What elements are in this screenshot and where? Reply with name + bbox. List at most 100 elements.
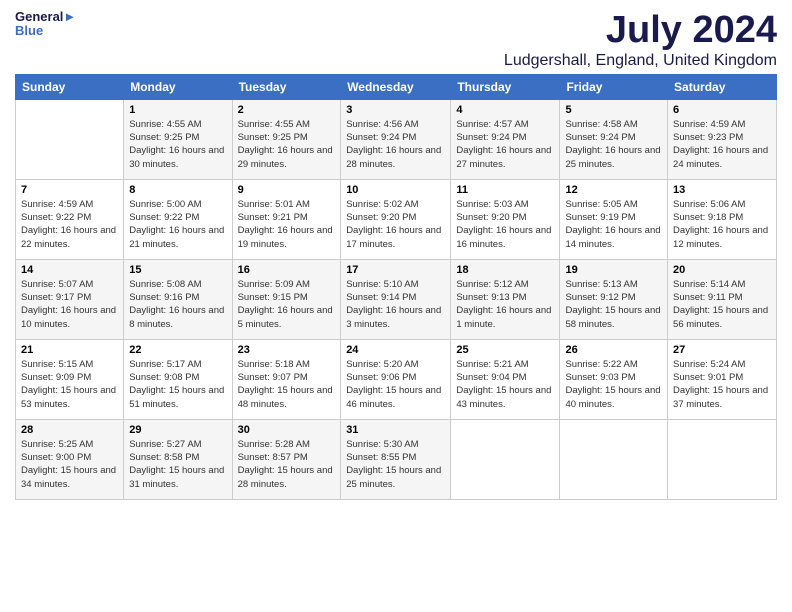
day-info: Sunrise: 4:55 AMSunset: 9:25 PMDaylight:… [129, 119, 224, 170]
calendar-cell: 8 Sunrise: 5:00 AMSunset: 9:22 PMDayligh… [124, 179, 232, 259]
day-info: Sunrise: 5:13 AMSunset: 9:12 PMDaylight:… [565, 279, 660, 330]
calendar-table: Sunday Monday Tuesday Wednesday Thursday… [15, 74, 777, 500]
header-sunday: Sunday [16, 74, 124, 99]
day-number: 23 [238, 344, 336, 356]
day-info: Sunrise: 4:55 AMSunset: 9:25 PMDaylight:… [238, 119, 333, 170]
day-number: 22 [129, 344, 226, 356]
calendar-cell: 22 Sunrise: 5:17 AMSunset: 9:08 PMDaylig… [124, 339, 232, 419]
day-number: 20 [673, 264, 771, 276]
day-number: 15 [129, 264, 226, 276]
header-row: General► Blue July 2024 Ludgershall, Eng… [15, 10, 777, 70]
day-number: 27 [673, 344, 771, 356]
day-number: 9 [238, 184, 336, 196]
day-info: Sunrise: 4:59 AMSunset: 9:23 PMDaylight:… [673, 119, 768, 170]
month-year-title: July 2024 [504, 10, 777, 52]
day-info: Sunrise: 5:01 AMSunset: 9:21 PMDaylight:… [238, 199, 333, 250]
calendar-cell [16, 99, 124, 179]
day-info: Sunrise: 5:07 AMSunset: 9:17 PMDaylight:… [21, 279, 116, 330]
calendar-cell: 29 Sunrise: 5:27 AMSunset: 8:58 PMDaylig… [124, 419, 232, 499]
calendar-cell [451, 419, 560, 499]
header-monday: Monday [124, 74, 232, 99]
day-number: 18 [456, 264, 554, 276]
header-friday: Friday [560, 74, 668, 99]
day-info: Sunrise: 5:22 AMSunset: 9:03 PMDaylight:… [565, 359, 660, 410]
day-number: 13 [673, 184, 771, 196]
calendar-cell: 4 Sunrise: 4:57 AMSunset: 9:24 PMDayligh… [451, 99, 560, 179]
day-number: 1 [129, 104, 226, 116]
day-number: 7 [21, 184, 118, 196]
day-number: 24 [346, 344, 445, 356]
calendar-cell: 23 Sunrise: 5:18 AMSunset: 9:07 PMDaylig… [232, 339, 341, 419]
calendar-cell: 27 Sunrise: 5:24 AMSunset: 9:01 PMDaylig… [668, 339, 777, 419]
day-info: Sunrise: 5:02 AMSunset: 9:20 PMDaylight:… [346, 199, 441, 250]
day-number: 10 [346, 184, 445, 196]
calendar-cell: 17 Sunrise: 5:10 AMSunset: 9:14 PMDaylig… [341, 259, 451, 339]
calendar-cell: 20 Sunrise: 5:14 AMSunset: 9:11 PMDaylig… [668, 259, 777, 339]
calendar-cell [668, 419, 777, 499]
calendar-week-row: 21 Sunrise: 5:15 AMSunset: 9:09 PMDaylig… [16, 339, 777, 419]
day-info: Sunrise: 4:57 AMSunset: 9:24 PMDaylight:… [456, 119, 551, 170]
title-section: July 2024 Ludgershall, England, United K… [504, 10, 777, 70]
calendar-body: 1 Sunrise: 4:55 AMSunset: 9:25 PMDayligh… [16, 99, 777, 499]
day-info: Sunrise: 4:56 AMSunset: 9:24 PMDaylight:… [346, 119, 441, 170]
day-info: Sunrise: 5:17 AMSunset: 9:08 PMDaylight:… [129, 359, 224, 410]
day-number: 26 [565, 344, 662, 356]
day-number: 4 [456, 104, 554, 116]
calendar-week-row: 14 Sunrise: 5:07 AMSunset: 9:17 PMDaylig… [16, 259, 777, 339]
calendar-cell: 5 Sunrise: 4:58 AMSunset: 9:24 PMDayligh… [560, 99, 668, 179]
calendar-cell: 12 Sunrise: 5:05 AMSunset: 9:19 PMDaylig… [560, 179, 668, 259]
day-number: 5 [565, 104, 662, 116]
day-info: Sunrise: 5:05 AMSunset: 9:19 PMDaylight:… [565, 199, 660, 250]
day-info: Sunrise: 5:03 AMSunset: 9:20 PMDaylight:… [456, 199, 551, 250]
day-info: Sunrise: 4:59 AMSunset: 9:22 PMDaylight:… [21, 199, 116, 250]
day-info: Sunrise: 5:09 AMSunset: 9:15 PMDaylight:… [238, 279, 333, 330]
calendar-cell: 19 Sunrise: 5:13 AMSunset: 9:12 PMDaylig… [560, 259, 668, 339]
day-number: 11 [456, 184, 554, 196]
calendar-cell: 3 Sunrise: 4:56 AMSunset: 9:24 PMDayligh… [341, 99, 451, 179]
day-info: Sunrise: 5:10 AMSunset: 9:14 PMDaylight:… [346, 279, 441, 330]
day-info: Sunrise: 5:15 AMSunset: 9:09 PMDaylight:… [21, 359, 116, 410]
calendar-header: Sunday Monday Tuesday Wednesday Thursday… [16, 74, 777, 99]
day-info: Sunrise: 5:27 AMSunset: 8:58 PMDaylight:… [129, 439, 224, 490]
day-info: Sunrise: 5:18 AMSunset: 9:07 PMDaylight:… [238, 359, 333, 410]
calendar-cell: 28 Sunrise: 5:25 AMSunset: 9:00 PMDaylig… [16, 419, 124, 499]
calendar-cell: 14 Sunrise: 5:07 AMSunset: 9:17 PMDaylig… [16, 259, 124, 339]
day-info: Sunrise: 4:58 AMSunset: 9:24 PMDaylight:… [565, 119, 660, 170]
day-info: Sunrise: 5:12 AMSunset: 9:13 PMDaylight:… [456, 279, 551, 330]
day-number: 30 [238, 424, 336, 436]
calendar-cell: 6 Sunrise: 4:59 AMSunset: 9:23 PMDayligh… [668, 99, 777, 179]
calendar-cell: 31 Sunrise: 5:30 AMSunset: 8:55 PMDaylig… [341, 419, 451, 499]
calendar-cell: 30 Sunrise: 5:28 AMSunset: 8:57 PMDaylig… [232, 419, 341, 499]
header-saturday: Saturday [668, 74, 777, 99]
calendar-cell [560, 419, 668, 499]
day-info: Sunrise: 5:20 AMSunset: 9:06 PMDaylight:… [346, 359, 441, 410]
header-thursday: Thursday [451, 74, 560, 99]
weekday-header-row: Sunday Monday Tuesday Wednesday Thursday… [16, 74, 777, 99]
main-container: General► Blue July 2024 Ludgershall, Eng… [0, 0, 792, 510]
header-wednesday: Wednesday [341, 74, 451, 99]
day-number: 16 [238, 264, 336, 276]
header-tuesday: Tuesday [232, 74, 341, 99]
calendar-cell: 9 Sunrise: 5:01 AMSunset: 9:21 PMDayligh… [232, 179, 341, 259]
calendar-cell: 21 Sunrise: 5:15 AMSunset: 9:09 PMDaylig… [16, 339, 124, 419]
calendar-cell: 24 Sunrise: 5:20 AMSunset: 9:06 PMDaylig… [341, 339, 451, 419]
calendar-week-row: 7 Sunrise: 4:59 AMSunset: 9:22 PMDayligh… [16, 179, 777, 259]
day-number: 21 [21, 344, 118, 356]
calendar-week-row: 1 Sunrise: 4:55 AMSunset: 9:25 PMDayligh… [16, 99, 777, 179]
calendar-cell: 26 Sunrise: 5:22 AMSunset: 9:03 PMDaylig… [560, 339, 668, 419]
day-info: Sunrise: 5:21 AMSunset: 9:04 PMDaylight:… [456, 359, 551, 410]
day-number: 31 [346, 424, 445, 436]
day-info: Sunrise: 5:14 AMSunset: 9:11 PMDaylight:… [673, 279, 768, 330]
calendar-cell: 13 Sunrise: 5:06 AMSunset: 9:18 PMDaylig… [668, 179, 777, 259]
day-info: Sunrise: 5:08 AMSunset: 9:16 PMDaylight:… [129, 279, 224, 330]
day-info: Sunrise: 5:25 AMSunset: 9:00 PMDaylight:… [21, 439, 116, 490]
day-number: 2 [238, 104, 336, 116]
day-number: 3 [346, 104, 445, 116]
day-number: 28 [21, 424, 118, 436]
day-info: Sunrise: 5:00 AMSunset: 9:22 PMDaylight:… [129, 199, 224, 250]
calendar-cell: 16 Sunrise: 5:09 AMSunset: 9:15 PMDaylig… [232, 259, 341, 339]
calendar-cell: 11 Sunrise: 5:03 AMSunset: 9:20 PMDaylig… [451, 179, 560, 259]
calendar-cell: 1 Sunrise: 4:55 AMSunset: 9:25 PMDayligh… [124, 99, 232, 179]
day-number: 8 [129, 184, 226, 196]
calendar-cell: 7 Sunrise: 4:59 AMSunset: 9:22 PMDayligh… [16, 179, 124, 259]
